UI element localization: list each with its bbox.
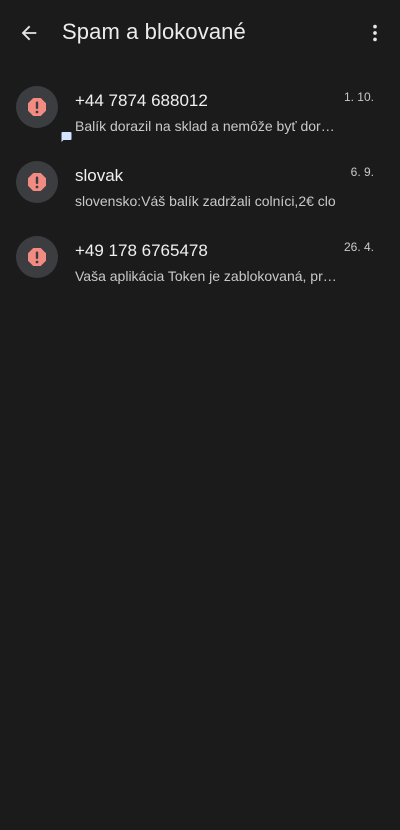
conversation-sender: slovak — [75, 166, 124, 185]
conversation-date: 1. 10. — [343, 90, 374, 104]
spam-alert-icon — [28, 248, 46, 266]
arrow-back-icon — [21, 25, 37, 41]
avatar — [16, 86, 75, 145]
spam-alert-icon — [28, 98, 46, 116]
avatar — [16, 161, 58, 203]
conversation-sender: +44 7874 688012 — [75, 91, 208, 110]
conversation-date: 26. 4. — [343, 240, 374, 254]
back-button[interactable] — [12, 16, 46, 50]
conversation-snippet: slovensko:Váš balík zadržali colníci,2€ … — [75, 193, 336, 209]
top-app-bar: Spam a blokované — [0, 0, 400, 66]
conversation-snippet: Vaša aplikácia Token je zablokovaná, pro… — [75, 268, 340, 284]
avatar — [16, 236, 58, 278]
page-title: Spam a blokované — [62, 19, 246, 44]
conversation-date: 6. 9. — [350, 165, 374, 179]
more-vert-icon — [373, 24, 377, 42]
conversation-sender: +49 178 6765478 — [75, 241, 208, 260]
conversation-item[interactable]: slovak slovensko:Váš balík zadržali coln… — [0, 147, 400, 222]
chat-bubble-icon — [61, 132, 72, 142]
conversation-snippet: Balík dorazil na sklad a nemôže byť doru… — [75, 118, 340, 134]
conversation-item[interactable]: +49 178 6765478 Vaša aplikácia Token je … — [0, 222, 400, 297]
spam-alert-icon — [28, 173, 46, 191]
more-options-button[interactable] — [360, 18, 390, 48]
conversation-item[interactable]: +44 7874 688012 Balík dorazil na sklad a… — [0, 72, 400, 147]
message-badge — [58, 129, 75, 145]
conversation-list: +44 7874 688012 Balík dorazil na sklad a… — [0, 72, 400, 297]
